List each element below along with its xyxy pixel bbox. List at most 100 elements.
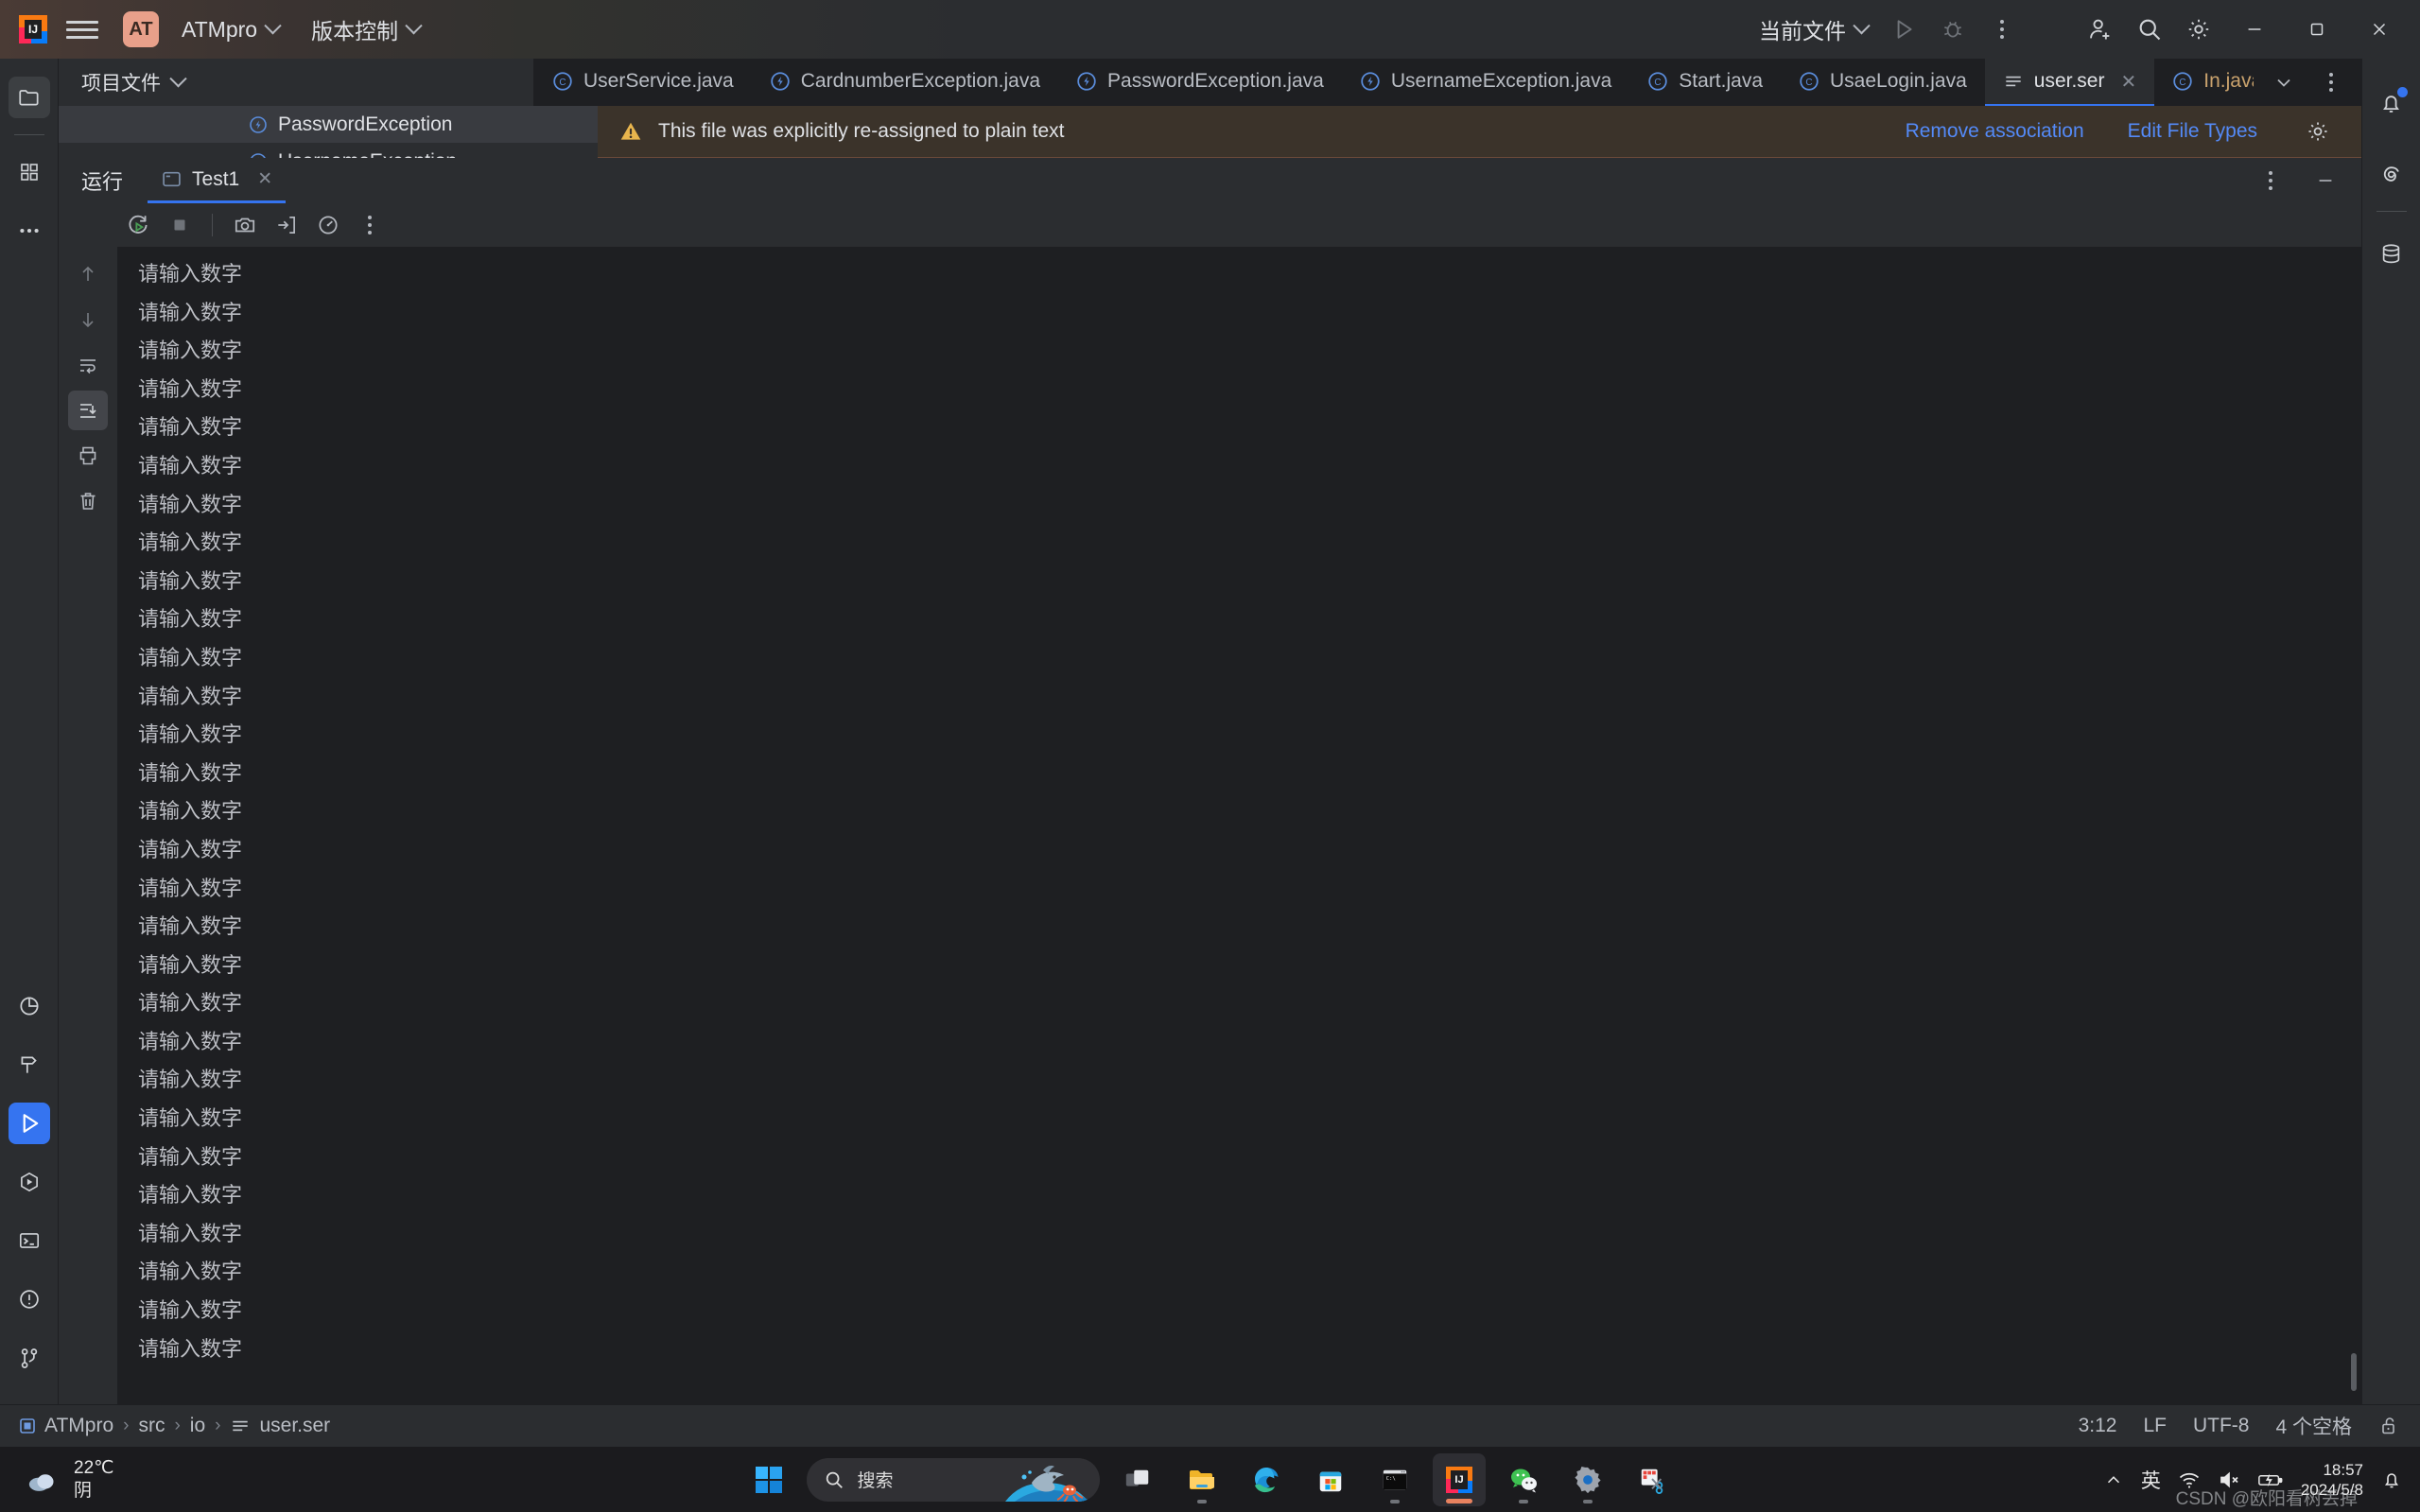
editor-tab[interactable]: user.ser ✕ — [1984, 59, 2155, 106]
more-vertical-icon[interactable] — [2308, 60, 2354, 105]
console-line: 请输入数字 — [138, 608, 243, 633]
more-vertical-icon[interactable] — [2248, 158, 2293, 203]
profiler-icon[interactable] — [309, 206, 347, 244]
volume-muted-icon[interactable] — [2218, 1469, 2240, 1491]
windows-start-icon[interactable] — [742, 1453, 795, 1506]
sidebar-item-run[interactable] — [8, 1103, 50, 1144]
task-view-icon[interactable] — [1111, 1453, 1164, 1506]
main-menu-icon[interactable] — [66, 13, 98, 45]
console-line: 请输入数字 — [138, 493, 243, 517]
breadcrumb-item[interactable]: src — [138, 1415, 165, 1437]
weather-condition: 阴 — [74, 1480, 93, 1501]
clear-all-icon[interactable] — [68, 481, 108, 521]
search-icon[interactable] — [2127, 7, 2172, 52]
close-icon[interactable]: ✕ — [257, 168, 272, 190]
soft-wrap-icon[interactable] — [68, 345, 108, 385]
hide-window-icon[interactable] — [2303, 158, 2348, 203]
scroll-to-end-icon[interactable] — [68, 391, 108, 430]
clock-widget[interactable]: 18:57 2024/5/8 — [2301, 1460, 2363, 1500]
rerun-icon[interactable] — [119, 206, 157, 244]
run-tab-test1[interactable]: Test1 ✕ — [148, 158, 287, 203]
project-panel-title: 项目文件 — [81, 73, 161, 95]
sidebar-item-more-tools[interactable] — [9, 210, 50, 252]
editor-tab[interactable]: UsernameException.java — [1342, 59, 1629, 106]
project-tree-strip: PasswordException UsernameException — [59, 106, 598, 158]
screenshot-icon[interactable] — [226, 206, 264, 244]
console-scrollbar[interactable] — [2351, 1353, 2357, 1391]
edge-browser-icon[interactable] — [1240, 1453, 1293, 1506]
battery-charging-icon[interactable] — [2257, 1469, 2284, 1491]
indent-setting[interactable]: 4 个空格 — [2275, 1412, 2352, 1440]
project-name-button[interactable]: ATMpro — [172, 11, 288, 48]
settings-icon[interactable] — [1561, 1453, 1614, 1506]
sidebar-item-debug[interactable] — [9, 1161, 50, 1203]
print-icon[interactable] — [68, 436, 108, 476]
microsoft-store-icon[interactable] — [1304, 1453, 1357, 1506]
intellij-idea-icon[interactable]: IJ — [1432, 1452, 1486, 1506]
breadcrumb-item[interactable]: ATMpro — [19, 1415, 113, 1437]
debug-icon[interactable] — [1930, 7, 1976, 52]
add-account-icon[interactable] — [2078, 7, 2123, 52]
more-vertical-icon[interactable] — [351, 206, 389, 244]
vcs-button[interactable]: 版本控制 — [302, 8, 429, 51]
editor-tab[interactable]: PasswordException.java — [1058, 59, 1342, 106]
file-encoding[interactable]: UTF-8 — [2193, 1415, 2250, 1437]
editor-tab[interactable]: C Start.java — [1629, 59, 1781, 106]
unlocked-icon[interactable] — [2378, 1415, 2401, 1437]
scroll-up-icon[interactable] — [68, 254, 108, 294]
weather-widget[interactable]: 22℃ 阴 — [0, 1457, 113, 1503]
database-icon[interactable] — [2371, 233, 2412, 274]
snipping-tool-icon[interactable] — [1626, 1453, 1679, 1506]
run-configuration-selector[interactable]: 当前文件 — [1750, 8, 1877, 51]
windows-taskbar: 22℃ 阴 搜索 C:\ IJ 英 18:57 2024/5/8 CSDN @欧… — [0, 1447, 2420, 1512]
chevron-up-icon[interactable] — [2103, 1469, 2124, 1490]
chevron-down-icon[interactable] — [2261, 60, 2307, 105]
breadcrumb: ATMpro › src › io › user.ser — [19, 1415, 330, 1437]
scroll-down-icon[interactable] — [68, 300, 108, 339]
remove-association-link[interactable]: Remove association — [1906, 120, 2084, 143]
terminal-icon[interactable]: C:\ — [1368, 1453, 1421, 1506]
more-vertical-icon[interactable] — [1979, 7, 2025, 52]
breadcrumb-item[interactable]: io — [190, 1415, 205, 1437]
wechat-icon[interactable] — [1497, 1453, 1550, 1506]
list-item[interactable]: UsernameException — [59, 143, 598, 158]
project-badge[interactable]: AT — [123, 11, 159, 47]
gear-icon[interactable] — [2176, 7, 2221, 52]
close-button[interactable] — [2350, 0, 2409, 59]
editor-tab[interactable]: C UserService.java — [534, 59, 752, 106]
sidebar-item-profiler[interactable] — [9, 985, 50, 1027]
taskbar-search-box[interactable]: 搜索 — [806, 1457, 1100, 1502]
file-explorer-icon[interactable] — [1175, 1453, 1228, 1506]
sidebar-item-structure[interactable] — [9, 151, 50, 193]
editor-tab[interactable]: C UsaeLogin.java — [1781, 59, 1985, 106]
breadcrumb-item[interactable]: user.ser — [230, 1415, 330, 1437]
ai-assistant-icon[interactable] — [2371, 153, 2412, 195]
notifications-bell-icon[interactable] — [2371, 82, 2412, 124]
sidebar-item-problems[interactable] — [9, 1278, 50, 1320]
maximize-button[interactable] — [2288, 0, 2346, 59]
bell-icon[interactable] — [2380, 1469, 2403, 1491]
sidebar-item-build[interactable] — [9, 1044, 50, 1086]
sidebar-item-project[interactable] — [8, 77, 50, 118]
sidebar-item-terminal[interactable] — [9, 1220, 50, 1261]
sidebar-item-version-control[interactable] — [9, 1337, 50, 1379]
gear-icon[interactable] — [2295, 109, 2341, 154]
export-icon[interactable] — [268, 206, 305, 244]
list-item[interactable]: PasswordException — [59, 106, 598, 143]
ime-indicator[interactable]: 英 — [2141, 1466, 2161, 1494]
wifi-icon[interactable] — [2178, 1469, 2201, 1491]
console-output[interactable]: 请输入数字 请输入数字 请输入数字 请输入数字 请输入数字 请输入数字 请输入数字 请输入数字… — [117, 247, 2361, 1404]
tree-item-label: UsernameException — [278, 150, 457, 159]
close-icon[interactable]: ✕ — [2120, 70, 2136, 94]
line-separator[interactable]: LF — [2143, 1415, 2167, 1437]
run-icon[interactable] — [1881, 7, 1926, 52]
editor-tab[interactable]: CardnumberException.java — [752, 59, 1058, 106]
project-panel-header[interactable]: 项目文件 — [59, 59, 534, 106]
project-name-label: ATMpro — [182, 16, 258, 42]
minimize-button[interactable] — [2225, 0, 2284, 59]
toolbar-divider — [212, 214, 213, 236]
caret-position[interactable]: 3:12 — [2079, 1415, 2117, 1437]
edit-file-types-link[interactable]: Edit File Types — [2128, 120, 2257, 143]
editor-tab[interactable]: C In.java — [2154, 59, 2254, 106]
stop-icon[interactable] — [161, 206, 199, 244]
